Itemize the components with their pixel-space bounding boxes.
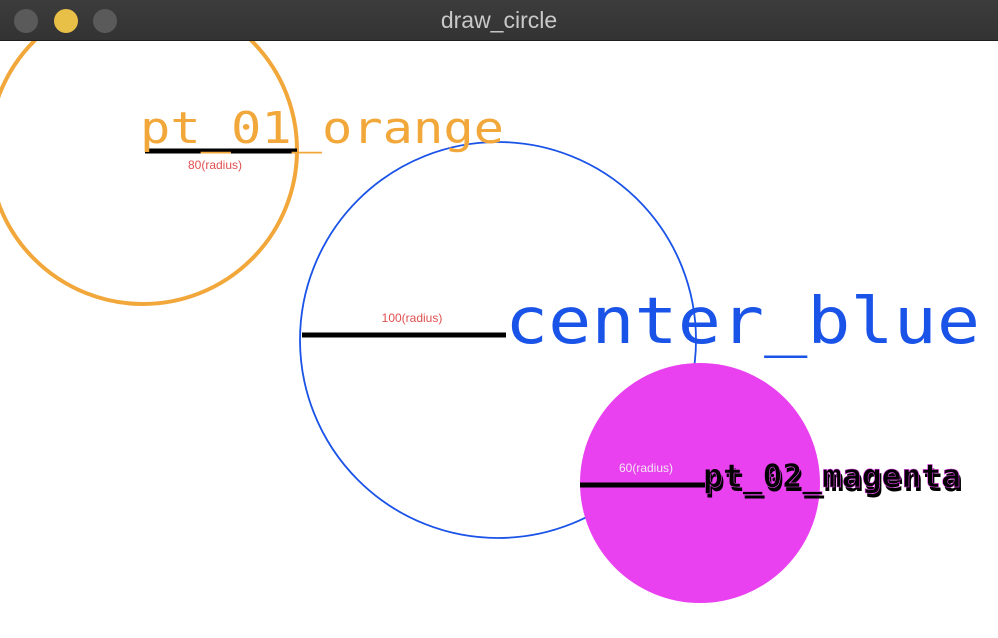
magenta-radius-label: 60(radius) [619,461,673,475]
blue-circle-name: center_blue [505,285,980,359]
app-window: draw_circle 80(radius) 100(radius) 60(ra… [0,0,998,638]
orange-circle-name: pt_01_orange [140,103,504,154]
magenta-circle-name-group: pt_02_magenta pt_02_magenta [703,457,963,499]
orange-circle [0,41,299,306]
canvas-svg: 80(radius) 100(radius) 60(radius) pt_01_… [0,41,980,603]
window-title: draw_circle [440,7,558,33]
magenta-circle-name: pt_02_magenta [703,457,961,495]
blue-radius-label: 100(radius) [382,311,443,325]
title-bar: draw_circle [0,0,998,41]
drawing-canvas: 80(radius) 100(radius) 60(radius) pt_01_… [0,41,998,638]
orange-radius-label: 80(radius) [188,158,242,172]
